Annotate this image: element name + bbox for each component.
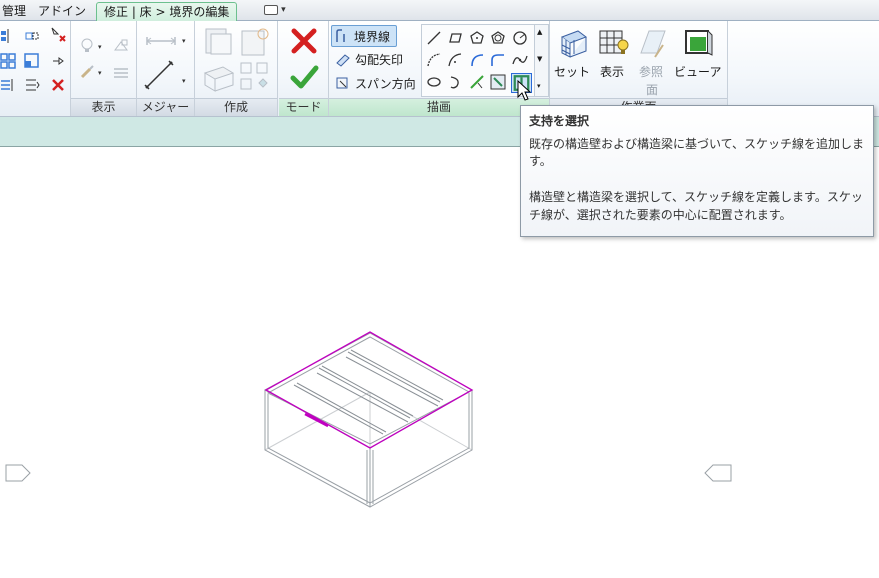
fillet-arc-icon[interactable] [490, 52, 506, 68]
line-icon[interactable] [426, 30, 442, 46]
panel-title-mode: モード [279, 98, 328, 116]
offset-icon[interactable] [24, 28, 40, 44]
tangent-arc-icon[interactable] [469, 52, 485, 68]
hide-element-icon[interactable] [113, 38, 129, 54]
panel-measure: ▾ ▾ メジャー [137, 21, 195, 116]
linework-icon[interactable] [113, 64, 129, 80]
grid-plane-icon[interactable] [558, 27, 590, 59]
center-ends-arc-icon[interactable] [447, 52, 463, 68]
pick-lines-icon[interactable] [469, 74, 485, 90]
lightbulb-icon[interactable] [79, 38, 95, 54]
slope-arrow-button[interactable]: 勾配矢印 [331, 49, 411, 69]
dropdown-arrow-icon: ▾ [98, 43, 102, 51]
dropdown-arrow-icon: ▾ [98, 69, 102, 77]
quick-access-dropdown[interactable]: ▾ [262, 4, 288, 17]
ellipse-icon[interactable] [426, 74, 442, 90]
tooltip-line-4: チ線が、選択された要素の中心に配置されます。 [529, 208, 792, 222]
panel-modify-tools [0, 21, 71, 116]
dropdown-arrow-icon: ▾ [182, 77, 186, 85]
create-similar-icon[interactable] [203, 61, 235, 93]
tab-addin[interactable]: アドイン [32, 2, 92, 20]
inscribed-polygon-icon[interactable] [469, 30, 485, 46]
elevation-marker-right [704, 464, 732, 482]
panel-title-create: 作成 [195, 98, 277, 116]
window-switch-icon [264, 4, 279, 15]
component-icon[interactable] [203, 26, 235, 58]
slope-arrow-label: 勾配矢印 [355, 53, 404, 67]
paint-brush-icon[interactable] [79, 64, 95, 80]
create-group-icon[interactable] [239, 26, 271, 58]
trim-icon[interactable] [24, 77, 40, 93]
workplane-show-label[interactable]: 表示 [600, 63, 624, 80]
panel-mode: モード [279, 21, 329, 116]
panel-title-measure: メジャー [137, 98, 194, 116]
circle-icon[interactable] [512, 30, 528, 46]
span-direction-icon [335, 75, 351, 91]
boundary-line-button[interactable]: 境界線 [331, 25, 397, 47]
tooltip-pick-supports: 支持を選択 既存の構造壁および構造梁に基づいて、スケッチ線を追加しま す。 構造… [520, 105, 874, 237]
panel-create: 作成 [195, 21, 278, 116]
slope-arrow-icon [335, 51, 351, 67]
dimension-icon[interactable] [143, 59, 175, 91]
measure-icon[interactable] [145, 34, 177, 48]
grid-lightbulb-icon[interactable] [598, 27, 630, 59]
panel-workplane: セット 表示 参照 面 ビューア 作業面 [550, 21, 728, 116]
delete-icon[interactable] [50, 77, 66, 93]
tooltip-title: 支持を選択 [529, 114, 590, 128]
tooltip-line-3: 構造壁と構造梁を選択して、スケッチ線を定義します。スケッ [529, 190, 863, 204]
viewer-cube-icon[interactable] [682, 27, 714, 59]
span-direction-button[interactable]: スパン方向 [331, 73, 421, 93]
checkmark-icon[interactable] [288, 61, 320, 93]
panel-view: ▾ ▾ 表示 [71, 21, 137, 116]
ref-plane-label-1: 参照 [639, 65, 664, 79]
start-end-arc-icon[interactable] [426, 52, 442, 68]
partial-ellipse-icon[interactable] [447, 74, 463, 90]
ribbon-tab-bar: 管理 アドイン 修正 | 床 > 境界の編集 ▾ [0, 0, 879, 22]
x-icon[interactable] [288, 25, 320, 57]
rectangle-icon[interactable] [447, 30, 463, 46]
unpin-icon[interactable] [50, 53, 66, 69]
tooltip-line-1: 既存の構造壁および構造梁に基づいて、スケッチ線を追加しま [529, 137, 865, 151]
scroll-down-icon[interactable]: ▼ [537, 55, 542, 63]
split-icon[interactable] [0, 77, 16, 93]
workplane-set-label[interactable]: セット [554, 63, 590, 80]
gallery-scroll[interactable]: ▲ ▼ ▾ [534, 24, 549, 97]
array-icon[interactable] [0, 53, 16, 69]
mouse-cursor-icon [517, 79, 533, 102]
scroll-up-icon[interactable]: ▲ [537, 28, 542, 36]
align-icon[interactable] [0, 28, 16, 44]
circumscribed-polygon-icon[interactable] [490, 30, 506, 46]
ref-plane-label-2: 面 [646, 83, 659, 97]
reference-plane-icon[interactable] [637, 27, 669, 59]
tab-manage[interactable]: 管理 [0, 2, 32, 20]
panel-title-view: 表示 [71, 98, 136, 116]
copy-to-clipboard-icon[interactable] [239, 61, 271, 93]
tab-modify-floor-boundary[interactable]: 修正 | 床 > 境界の編集 [96, 2, 238, 22]
boundary-line-label: 境界線 [354, 30, 391, 44]
panel-title-draw: 描画 [329, 98, 549, 116]
spline-icon[interactable] [512, 52, 528, 68]
delete-pin-icon[interactable] [50, 26, 66, 42]
boundary-line-icon [334, 28, 350, 44]
span-direction-label: スパン方向 [355, 77, 416, 91]
tooltip-line-2: す。 [529, 154, 552, 168]
workplane-viewer-label[interactable]: ビューア [674, 63, 722, 80]
ribbon: ▾ ▾ 表示 ▾ ▾ メジャー 作成 モード 境界線 勾配矢印 スパン方向 ▲ … [0, 21, 879, 117]
scale-icon[interactable] [24, 53, 40, 69]
elevation-marker-left [5, 464, 31, 482]
pick-walls-icon[interactable] [490, 74, 506, 90]
gallery-expand-icon[interactable]: ▾ [537, 82, 541, 90]
dropdown-arrow-icon: ▾ [182, 37, 186, 45]
